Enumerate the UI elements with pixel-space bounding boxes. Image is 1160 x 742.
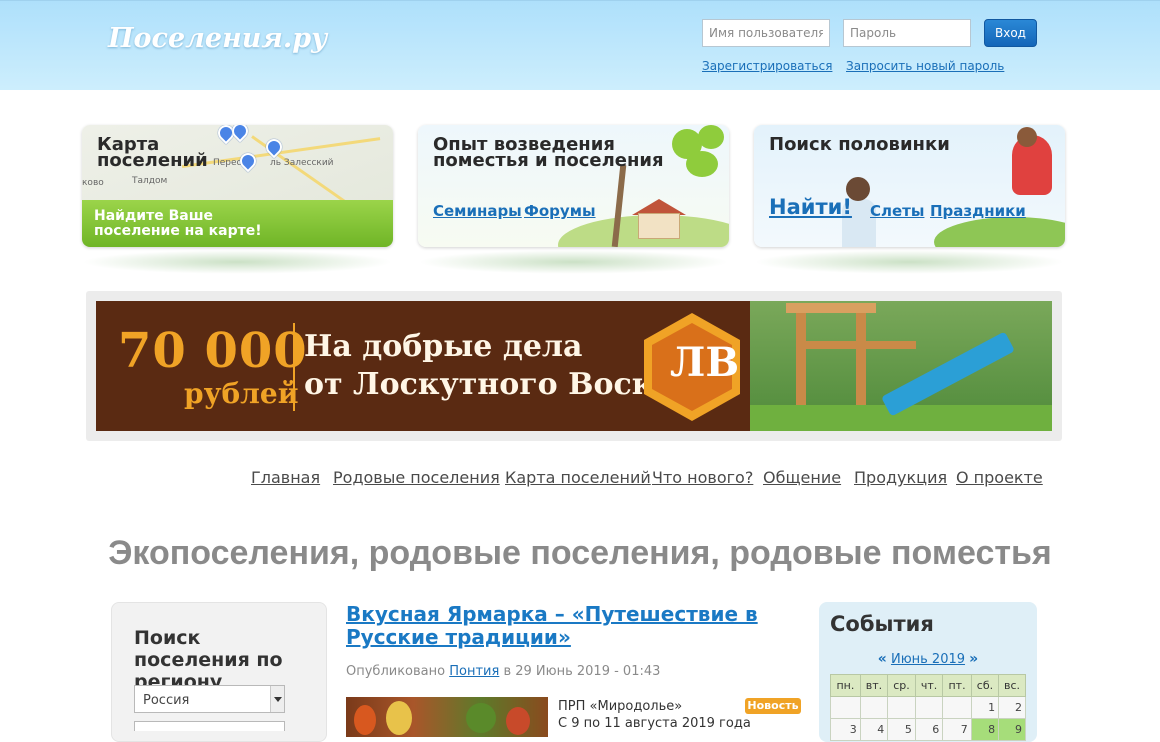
calendar-day[interactable]: 3 <box>830 718 861 741</box>
reset-password-link[interactable]: Запросить новый пароль <box>846 59 1004 73</box>
calendar-day <box>887 696 916 719</box>
events-calendar: пн. вт. ср. чт. пт. сб. вс. 1 2 3 4 5 6 … <box>830 674 1026 741</box>
holidays-link[interactable]: Праздники <box>930 202 1026 220</box>
weekday-label: ср. <box>887 674 916 697</box>
news-badge: Новость <box>745 698 801 714</box>
calendar-day[interactable]: 1 <box>970 696 1000 719</box>
article-meta: Опубликовано Понтия в 29 Июнь 2019 - 01:… <box>346 664 660 679</box>
map-label: ково <box>82 178 104 188</box>
page-title: Экопоселения, родовые поселения, родовые… <box>108 534 1052 572</box>
gatherings-link[interactable]: Слеты <box>870 202 924 220</box>
map-label: Талдом <box>132 176 168 186</box>
login-button[interactable]: Вход <box>984 19 1037 47</box>
partner-search-title[interactable]: Поиск половинки <box>769 136 1009 154</box>
country-select-value: Россия <box>143 693 190 708</box>
banner-headline: На добрые дела <box>304 329 583 364</box>
article-meta-prefix: Опубликовано <box>346 664 446 679</box>
feature-shadow <box>82 250 393 274</box>
tree-leaves <box>698 125 724 149</box>
calendar-month-link[interactable]: Июнь 2019 <box>891 652 965 667</box>
nav-community[interactable]: Общение <box>763 468 841 487</box>
calendar-prev-button[interactable]: « <box>878 651 887 667</box>
password-input[interactable] <box>843 19 971 47</box>
site-logo[interactable]: Поселения.ру <box>108 23 327 54</box>
playground-post <box>856 305 866 419</box>
calendar-day-event[interactable]: 8 <box>970 718 1000 741</box>
forums-link[interactable]: Форумы <box>524 202 596 220</box>
region-select[interactable] <box>134 721 285 731</box>
banner-currency: рублей <box>184 377 299 410</box>
playground-roof <box>786 303 876 313</box>
feature-shadow <box>418 250 729 274</box>
events-box: События « Июнь 2019 » пн. вт. ср. чт. пт… <box>819 602 1037 742</box>
map-label: Перес <box>213 158 242 168</box>
calendar-day-event[interactable]: 9 <box>998 718 1026 741</box>
events-title: События <box>830 612 934 636</box>
map-cta-bar[interactable]: Найдите Ваше поселение на карте! <box>82 200 393 247</box>
nav-home[interactable]: Главная <box>251 468 320 487</box>
playground-post <box>796 309 806 419</box>
experience-feature-title[interactable]: Опыт возведения поместья и поселения <box>433 136 673 170</box>
calendar-day[interactable]: 5 <box>887 718 916 741</box>
chevron-down-icon[interactable] <box>270 686 284 712</box>
username-input[interactable] <box>702 19 830 47</box>
map-label: ль Залесский <box>270 158 334 168</box>
promo-banner[interactable]: 70 000 рублей На добрые дела от Лоскутно… <box>96 301 1052 431</box>
region-search-title: Поиск поселения по региону <box>134 627 283 693</box>
article-thumbnail[interactable] <box>346 697 548 737</box>
calendar-week-row: 1 2 <box>830 696 1026 719</box>
calendar-day[interactable]: 7 <box>942 718 972 741</box>
calendar-next-button[interactable]: » <box>969 651 978 667</box>
article-author-link[interactable]: Понтия <box>449 664 499 679</box>
weekday-label: пн. <box>830 674 861 697</box>
find-link[interactable]: Найти! <box>769 195 852 219</box>
nav-map[interactable]: Карта поселений <box>505 468 651 487</box>
site-header: Поселения.ру Вход Зарегистрироваться Зап… <box>0 0 1160 90</box>
vegetable-illustration <box>466 703 496 733</box>
banner-subheadline: от Лоскутного Воска <box>304 367 673 402</box>
partner-search-feature-box[interactable]: Поиск половинки Найти! Слеты Праздники <box>754 125 1065 247</box>
seminars-link[interactable]: Семинары <box>433 202 522 220</box>
weekday-label: сб. <box>970 674 1000 697</box>
playground-beam <box>796 341 916 349</box>
weekday-label: пт. <box>942 674 972 697</box>
calendar-day <box>942 696 972 719</box>
calendar-day[interactable]: 4 <box>859 718 889 741</box>
calendar-day[interactable]: 6 <box>914 718 944 741</box>
nav-products[interactable]: Продукция <box>854 468 947 487</box>
calendar-month-nav: « Июнь 2019 » <box>819 651 1037 667</box>
article-title[interactable]: Вкусная Ярмарка – «Путешествие в Русские… <box>346 603 806 649</box>
calendar-week-row: 3 4 5 6 7 8 9 <box>830 718 1026 741</box>
nav-settlements[interactable]: Родовые поселения <box>333 468 500 487</box>
country-select[interactable]: Россия <box>134 685 285 713</box>
nav-about[interactable]: О проекте <box>956 468 1043 487</box>
house-illustration <box>638 213 680 239</box>
calendar-day[interactable]: 2 <box>998 696 1026 719</box>
feature-shadow <box>754 250 1065 274</box>
person-illustration <box>1017 127 1037 147</box>
vegetable-illustration <box>354 705 376 735</box>
article-organization: ПРП «Миродолье» <box>558 699 683 714</box>
map-cta-text: Найдите Ваше поселение на карте! <box>94 208 262 239</box>
calendar-day <box>914 696 944 719</box>
register-link[interactable]: Зарегистрироваться <box>702 59 832 73</box>
calendar-header-row: пн. вт. ср. чт. пт. сб. вс. <box>830 674 1026 697</box>
weekday-label: вс. <box>998 674 1026 697</box>
calendar-day <box>830 696 861 719</box>
map-feature-title[interactable]: Карта поселений <box>97 136 208 170</box>
nav-whats-new[interactable]: Что нового? <box>652 468 753 487</box>
calendar-day <box>859 696 889 719</box>
experience-feature-box[interactable]: Опыт возведения поместья и поселения Сем… <box>418 125 729 247</box>
vegetable-illustration <box>506 707 530 735</box>
banner-amount: 70 000 <box>118 323 308 379</box>
article-date: в 29 Июнь 2019 - 01:43 <box>503 664 661 679</box>
map-feature-box[interactable]: Перес ль Залесский ково Талдом Карта пос… <box>82 125 393 247</box>
tree-leaves <box>686 151 718 177</box>
banner-logo-letters: ЛВ <box>670 339 740 386</box>
vegetable-illustration <box>386 701 412 735</box>
weekday-label: вт. <box>859 674 889 697</box>
weekday-label: чт. <box>914 674 944 697</box>
region-search-box: Поиск поселения по региону Россия <box>111 602 327 742</box>
banner-divider <box>293 323 295 411</box>
